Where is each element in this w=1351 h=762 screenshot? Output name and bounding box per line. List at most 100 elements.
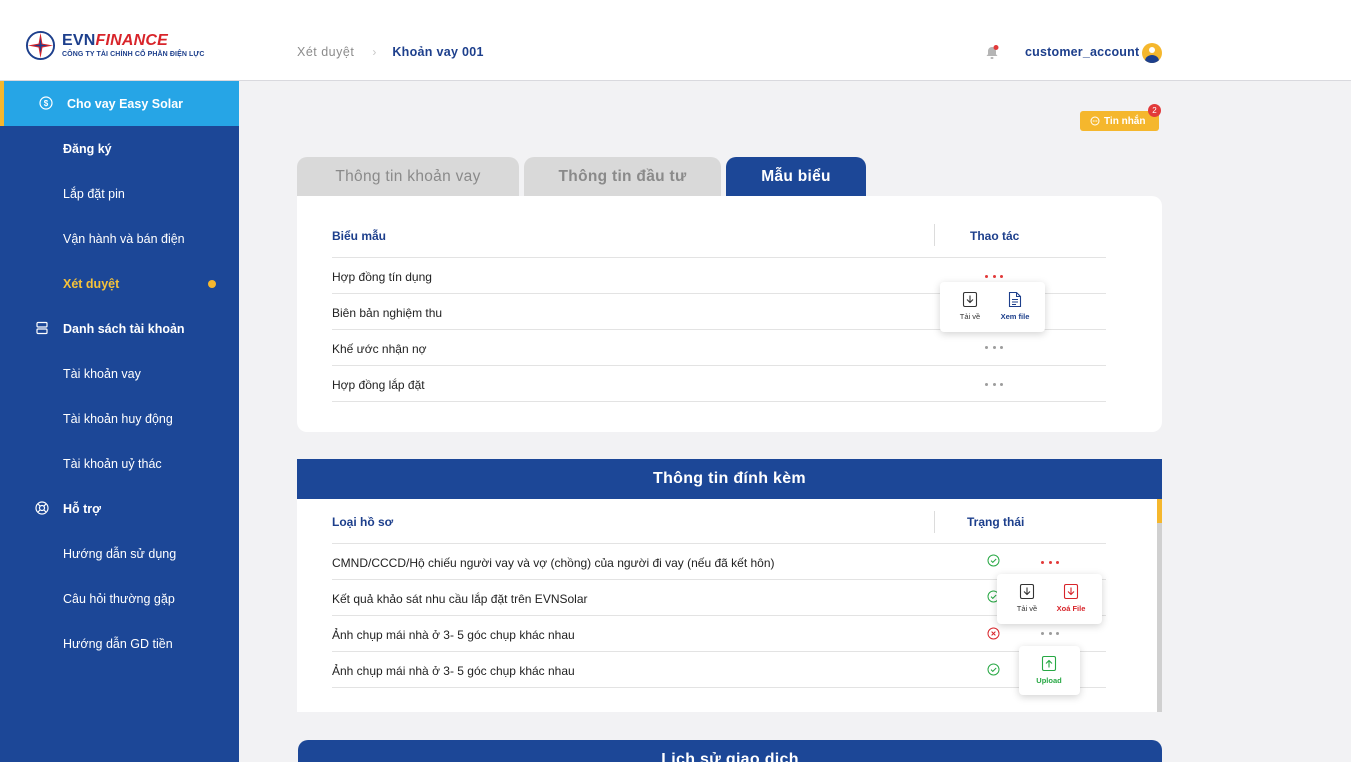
- table-row-name: Biên bản nghiệm thu: [332, 306, 443, 320]
- tab-mau-bieu[interactable]: Mẫu biểu: [726, 157, 866, 196]
- table-row-name: Hợp đồng lắp đặt: [332, 378, 425, 392]
- sidebar-item-van-hanh[interactable]: Vận hành và bán điện: [0, 216, 239, 261]
- more-icon[interactable]: [985, 346, 1003, 350]
- table-row-name: Ảnh chụp mái nhà ở 3- 5 góc chụp khác nh…: [332, 628, 575, 642]
- user-name[interactable]: customer_account: [1025, 45, 1139, 59]
- view-file-button[interactable]: Xem file: [995, 282, 1035, 321]
- divider: [332, 615, 1106, 616]
- attachments-card: Loại hồ sơ Trạng thái CMND/CCCD/Hộ chiếu…: [297, 499, 1162, 712]
- sidebar-item-huong-dan-su-dung[interactable]: Hướng dẫn sử dụng: [0, 531, 239, 576]
- delete-file-label: Xoá File: [1056, 604, 1086, 613]
- sidebar-item-easy-solar[interactable]: $ Cho vay Easy Solar: [0, 81, 239, 126]
- row-action-menu: Tải về Xem file: [940, 282, 1045, 332]
- download-icon: [962, 291, 978, 308]
- brand-subtitle: CÔNG TY TÀI CHÍNH CỔ PHẦN ĐIỆN LỰC: [62, 51, 205, 58]
- forms-card: Biểu mẫu Thao tác Hợp đồng tín dụng Biên…: [297, 196, 1162, 432]
- column-header-action: Thao tác: [970, 229, 1020, 243]
- check-circle-icon: [987, 663, 1000, 676]
- sidebar-item-label: Hỗ trợ: [63, 501, 102, 516]
- scrollbar-track[interactable]: [1157, 499, 1162, 712]
- download-label: Tải về: [959, 312, 981, 321]
- upload-button[interactable]: Upload: [1029, 646, 1069, 685]
- tab-thong-tin-khoan-vay[interactable]: Thông tin khoản vay: [297, 157, 519, 196]
- check-circle-icon: [987, 554, 1000, 567]
- sidebar-item-lap-dat-pin[interactable]: Lắp đặt pin: [0, 171, 239, 216]
- download-button[interactable]: Tải về: [950, 282, 990, 321]
- column-header-type: Loại hồ sơ: [332, 515, 394, 529]
- more-icon[interactable]: [1041, 632, 1059, 636]
- table-row-name: Kết quả khảo sát nhu cầu lắp đặt trên EV…: [332, 592, 588, 606]
- divider: [332, 579, 1106, 580]
- breadcrumb: Xét duyệt › Khoản vay 001: [297, 45, 484, 59]
- table-row-name: CMND/CCCD/Hộ chiếu người vay và vợ (chồn…: [332, 556, 775, 570]
- more-icon[interactable]: [1041, 561, 1059, 565]
- divider: [332, 401, 1106, 402]
- upload-menu: Upload: [1019, 646, 1080, 695]
- sidebar: $ Cho vay Easy Solar Đăng ký Lắp đặt pin…: [0, 81, 239, 762]
- attachment-action-menu: Tải về Xoá File: [997, 574, 1102, 624]
- sidebar-item-dang-ky[interactable]: Đăng ký: [0, 126, 239, 171]
- breadcrumb-current: Khoản vay 001: [392, 45, 484, 59]
- svg-text:$: $: [44, 99, 49, 108]
- sidebar-item-tai-khoan-huy-dong[interactable]: Tài khoản huy động: [0, 396, 239, 441]
- evn-logo-icon: [25, 30, 56, 61]
- sidebar-item-huong-dan-gd[interactable]: Hướng dẫn GD tiền: [0, 621, 239, 666]
- file-text-icon: [1008, 291, 1022, 308]
- more-icon[interactable]: [985, 383, 1003, 387]
- bell-icon[interactable]: [985, 45, 999, 60]
- download-icon: [1019, 583, 1035, 600]
- sidebar-item-label: Hướng dẫn GD tiền: [63, 636, 173, 651]
- breadcrumb-parent[interactable]: Xét duyệt: [297, 45, 354, 59]
- database-icon: [36, 321, 48, 335]
- divider: [332, 687, 1106, 688]
- sidebar-item-label: Tài khoản uỷ thác: [63, 456, 162, 471]
- sidebar-item-label: Xét duyệt: [63, 276, 120, 291]
- view-file-label: Xem file: [1000, 312, 1030, 321]
- messages-button[interactable]: Tin nhắn: [1080, 111, 1159, 131]
- sidebar-item-label: Đăng ký: [63, 141, 112, 156]
- divider: [332, 365, 1106, 366]
- sidebar-item-tai-khoan-uy-thac[interactable]: Tài khoản uỷ thác: [0, 441, 239, 486]
- more-icon[interactable]: [985, 275, 1003, 279]
- divider: [332, 651, 1106, 652]
- sidebar-item-label: Cho vay Easy Solar: [67, 96, 184, 111]
- history-title: Lịch sử giao dịch: [298, 740, 1162, 762]
- x-circle-icon: [987, 627, 1000, 640]
- delete-file-icon: [1063, 583, 1079, 600]
- sidebar-item-label: Tài khoản vay: [63, 366, 141, 381]
- divider: [332, 257, 1106, 258]
- divider: [332, 543, 1106, 544]
- sidebar-item-label: Lắp đặt pin: [63, 186, 125, 201]
- sidebar-item-danh-sach-tai-khoan[interactable]: Danh sách tài khoản: [0, 306, 239, 351]
- download-label: Tải về: [1016, 604, 1038, 613]
- top-header: EVNFINANCE CÔNG TY TÀI CHÍNH CỔ PHẦN ĐIỆ…: [0, 0, 1351, 81]
- messages-label: Tin nhắn: [1104, 115, 1146, 127]
- download-button[interactable]: Tải về: [1007, 574, 1047, 613]
- brand-logo[interactable]: EVNFINANCE CÔNG TY TÀI CHÍNH CỔ PHẦN ĐIỆ…: [25, 30, 204, 61]
- sidebar-item-cau-hoi[interactable]: Câu hỏi thường gặp: [0, 576, 239, 621]
- sidebar-item-label: Danh sách tài khoản: [63, 321, 185, 336]
- tab-thong-tin-dau-tu[interactable]: Thông tin đầu tư: [524, 157, 721, 196]
- delete-file-button[interactable]: Xoá File: [1051, 574, 1091, 613]
- sidebar-item-label: Vận hành và bán điện: [63, 231, 185, 246]
- sidebar-item-xet-duyet[interactable]: Xét duyệt: [0, 261, 239, 306]
- active-indicator-dot: [208, 280, 216, 288]
- brand-name: EVNFINANCE: [62, 32, 169, 49]
- column-header-form: Biểu mẫu: [332, 229, 387, 243]
- table-row-name: Khế ước nhận nợ: [332, 342, 427, 356]
- table-row-name: Hợp đồng tín dụng: [332, 270, 432, 284]
- avatar[interactable]: [1142, 43, 1162, 63]
- sidebar-item-ho-tro[interactable]: Hỗ trợ: [0, 486, 239, 531]
- table-row-name: Ảnh chụp mái nhà ở 3- 5 góc chụp khác nh…: [332, 664, 575, 678]
- column-divider: [934, 224, 935, 246]
- messages-count-badge: 2: [1148, 104, 1161, 117]
- lifebuoy-icon: [35, 501, 49, 515]
- attachments-title: Thông tin đính kèm: [297, 459, 1162, 499]
- column-header-status: Trạng thái: [967, 515, 1025, 529]
- upload-label: Upload: [1036, 676, 1062, 685]
- sidebar-item-tai-khoan-vay[interactable]: Tài khoản vay: [0, 351, 239, 396]
- scrollbar-thumb[interactable]: [1157, 499, 1162, 523]
- sidebar-item-label: Câu hỏi thường gặp: [63, 591, 175, 606]
- upload-icon: [1041, 655, 1057, 672]
- dollar-circle-icon: $: [39, 96, 53, 110]
